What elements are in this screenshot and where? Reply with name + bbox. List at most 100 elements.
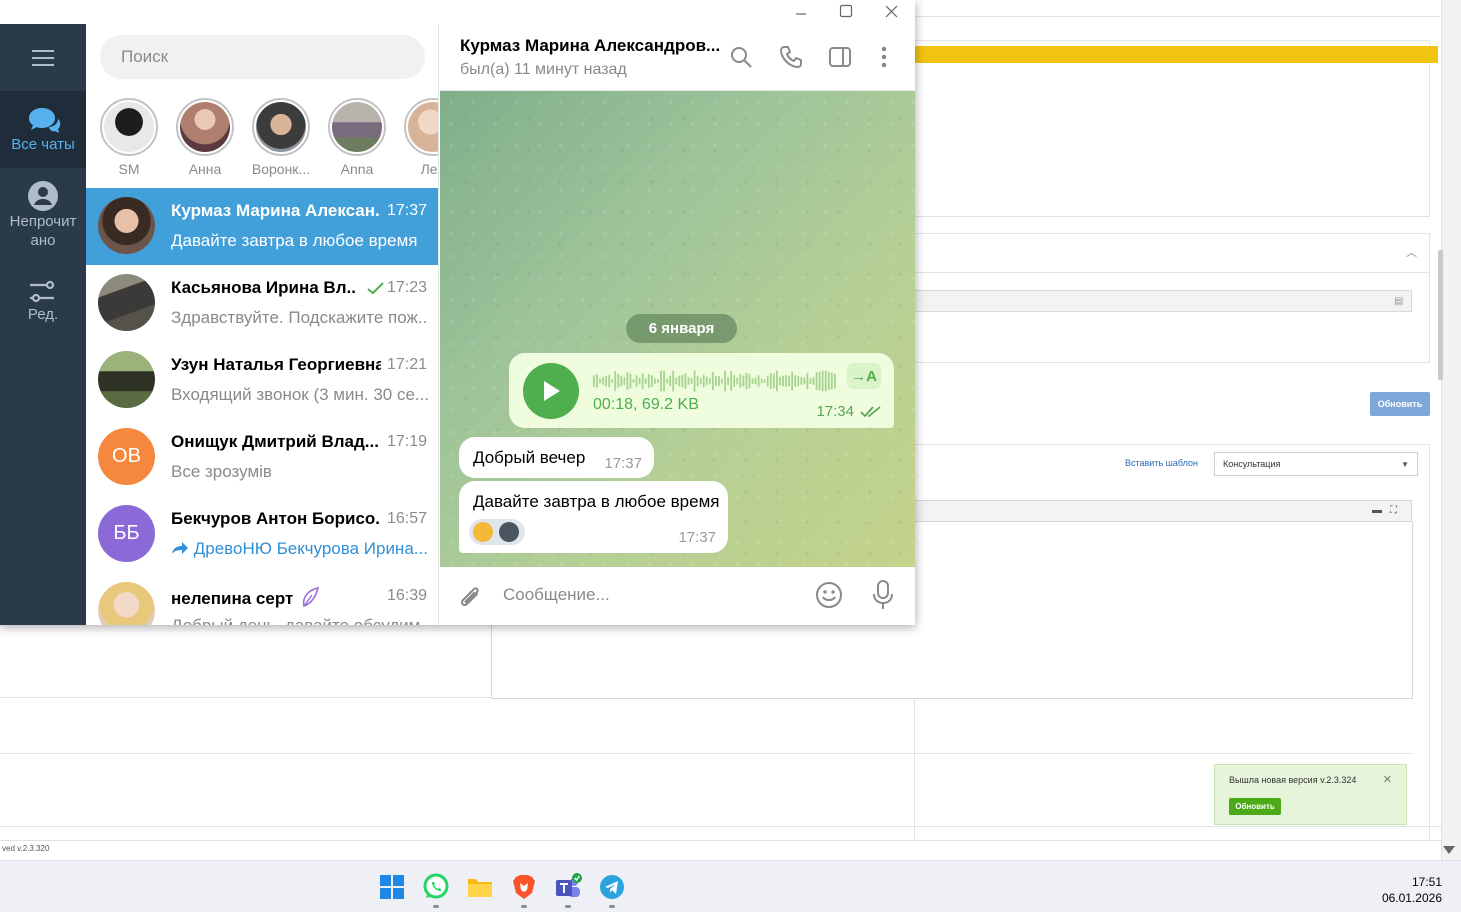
transcribe-button[interactable]: →A	[847, 363, 881, 389]
waveform-bar	[788, 375, 790, 387]
sidebar-toggle-icon[interactable]	[828, 45, 852, 69]
chat-time: 16:57	[386, 510, 427, 527]
teams-icon[interactable]	[554, 873, 582, 901]
phone-icon[interactable]	[779, 45, 803, 69]
chat-messages-area[interactable]: 6 января 00:18, 69.2 KB →A 17:34 Добрый …	[440, 91, 915, 567]
waveform-bar	[611, 379, 614, 383]
waveform-bar	[596, 374, 598, 388]
folder-all-chats[interactable]: Все чаты	[0, 91, 86, 168]
chat-row[interactable]: Касьянова Ирина Вл... 17:23 Здравствуйте…	[86, 265, 438, 342]
story-avatar	[332, 102, 382, 152]
reactor-avatar	[499, 522, 519, 542]
running-indicator	[609, 905, 615, 908]
waveform-bar	[675, 377, 678, 385]
story-item[interactable]: Лер	[403, 98, 438, 177]
story-name: Анна	[188, 161, 222, 177]
close-icon[interactable]: ✕	[1383, 773, 1392, 786]
search-input[interactable]: Поиск	[100, 35, 425, 79]
waveform-bar	[748, 373, 751, 389]
file-explorer-icon[interactable]	[466, 873, 494, 901]
waveform-bar	[623, 377, 626, 385]
waveform-bar	[687, 377, 690, 385]
play-button[interactable]	[523, 363, 579, 419]
notice-update-button[interactable]: Обновить	[1229, 798, 1281, 815]
folder-label: Ред.	[27, 306, 59, 323]
waveform-bar	[620, 375, 623, 387]
voice-waveform[interactable]	[593, 368, 838, 394]
insert-template-link[interactable]: Вставить шаблон	[1125, 458, 1198, 468]
chat-row[interactable]: Узун Наталья Георгиевна 17:21 Входящий з…	[86, 342, 438, 419]
story-name: Воронк...	[251, 161, 311, 177]
update-button[interactable]: Обновить	[1370, 392, 1430, 416]
chat-name-text: нелепина серт	[171, 589, 294, 608]
running-indicator	[433, 905, 439, 908]
chat-row[interactable]: Курмаз Марина Алексан... 17:37 Давайте з…	[86, 188, 438, 265]
more-vertical-icon[interactable]	[872, 45, 896, 69]
waveform-bar	[593, 375, 595, 387]
stories-row: SM Анна Воронк... Anna Лер	[86, 98, 438, 186]
incoming-message[interactable]: Давайте завтра в любое время 17:37	[459, 481, 728, 553]
chat-row[interactable]: ББ Бекчуров Антон Борисо... 16:57 ДревоН…	[86, 496, 438, 573]
message-input[interactable]: Сообщение...	[503, 585, 610, 605]
incoming-message[interactable]: Добрый вечер 17:37	[459, 437, 654, 478]
emoji-icon[interactable]	[815, 581, 843, 609]
telegram-icon[interactable]	[598, 873, 626, 901]
story-item[interactable]: Воронк...	[251, 98, 311, 177]
waveform-bar	[605, 375, 607, 387]
avatar	[98, 582, 155, 625]
story-item[interactable]: SM	[99, 98, 159, 177]
scrollbar-thumb[interactable]	[1438, 250, 1443, 380]
story-item[interactable]: Анна	[175, 98, 235, 177]
running-indicator	[565, 905, 571, 908]
date-divider: 6 января	[626, 314, 737, 343]
minimize-icon[interactable]	[778, 0, 824, 22]
voice-message: 00:18, 69.2 KB →A 17:34	[509, 353, 894, 428]
waveform-bar	[739, 374, 742, 388]
waveform-bar	[800, 377, 803, 385]
story-name: Лер	[420, 161, 438, 177]
waveform-bar	[821, 370, 824, 392]
waveform-bar	[641, 373, 644, 389]
calendar-icon[interactable]: ▤	[1394, 296, 1403, 307]
story-avatar	[408, 102, 438, 152]
whatsapp-icon[interactable]	[422, 873, 450, 901]
microphone-icon[interactable]	[872, 580, 894, 610]
folder-unread[interactable]: Непрочит ано	[0, 180, 86, 260]
waveform-bar	[669, 375, 672, 387]
scrollbar[interactable]	[1441, 0, 1461, 860]
menu-icon[interactable]	[0, 24, 86, 91]
maximize-icon[interactable]	[823, 0, 869, 22]
reactions[interactable]	[469, 519, 525, 545]
chevron-up-icon[interactable]: ︿	[1406, 244, 1417, 260]
chat-row[interactable]: ОВ Онищук Дмитрий Влад... 17:19 Все зроз…	[86, 419, 438, 496]
system-clock[interactable]: 17:51 06.01.2026	[1382, 874, 1442, 906]
waveform-bar	[617, 374, 620, 388]
close-icon[interactable]	[868, 0, 914, 22]
waveform-bar	[830, 372, 833, 390]
running-indicator	[521, 905, 527, 908]
waveform-bar	[660, 370, 662, 392]
waveform-bar	[730, 371, 733, 391]
waveform-bar	[815, 372, 818, 390]
search-icon[interactable]	[729, 45, 753, 69]
date-field[interactable]	[914, 290, 1412, 312]
story-item[interactable]: Anna	[327, 98, 387, 177]
chat-row[interactable]: нелепина серт 16:39 Добрый день, давайте…	[86, 573, 438, 625]
consult-select[interactable]: Консультация ▼	[1214, 452, 1418, 476]
waveform-bar	[702, 374, 705, 388]
folder-edit[interactable]: Ред.	[0, 279, 86, 339]
waveform-bar	[806, 372, 809, 390]
waveform-bar	[782, 375, 784, 387]
brave-browser-icon[interactable]	[510, 873, 538, 901]
windows-start-icon[interactable]	[378, 873, 406, 901]
scroll-down-arrow[interactable]	[1443, 846, 1455, 854]
waveform-bar	[754, 377, 757, 385]
chat-title[interactable]: Курмаз Марина Александров...	[460, 36, 720, 56]
chat-name: Касьянова Ирина Вл...	[171, 278, 356, 297]
editor-toolbar-icons[interactable]: ▬⛶	[1372, 505, 1405, 516]
waveform-bar	[632, 379, 635, 383]
chevron-down-icon: ▼	[1401, 460, 1409, 469]
divider	[914, 272, 1430, 273]
paperclip-icon[interactable]	[457, 583, 483, 611]
waveform-bar	[833, 373, 836, 389]
